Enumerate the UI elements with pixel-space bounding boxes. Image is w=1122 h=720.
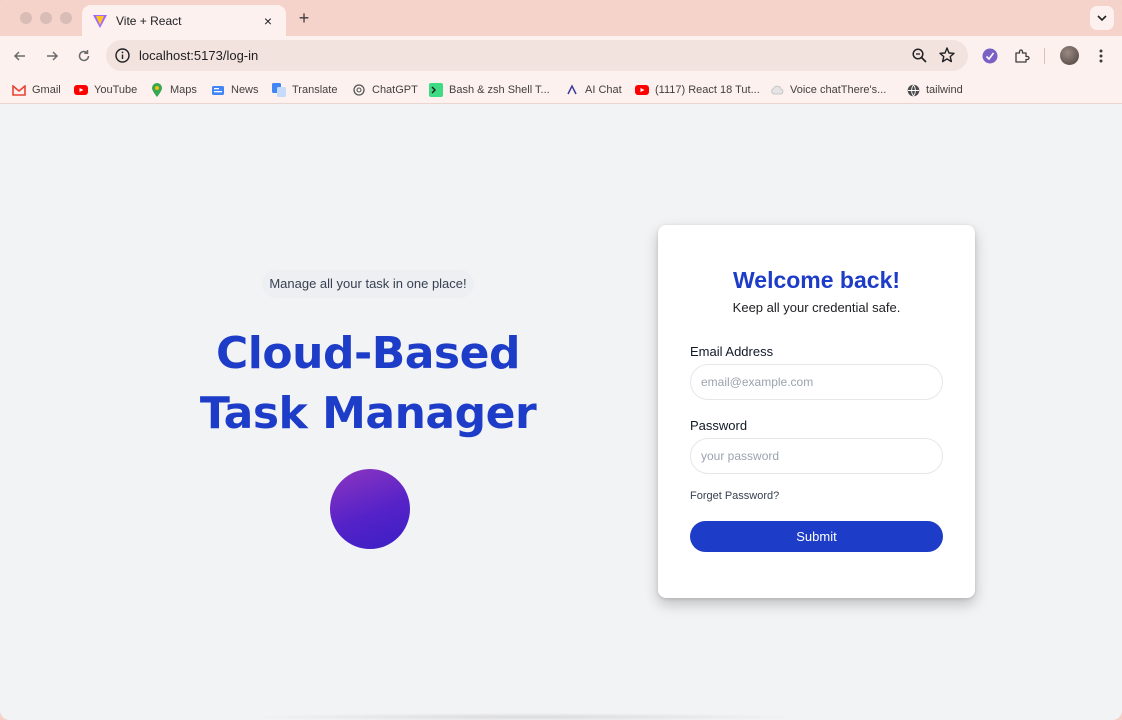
vite-icon (93, 14, 107, 28)
bookmark-gmail[interactable]: Gmail (12, 81, 61, 99)
login-title: Welcome back! (732, 267, 901, 293)
ai-chat-icon (565, 83, 579, 97)
close-window-button[interactable] (20, 12, 32, 24)
toolbar-separator (1044, 48, 1045, 64)
bookmark-ai-chat[interactable]: AI Chat (565, 81, 622, 99)
extension-shield-icon (982, 48, 998, 64)
chatgpt-icon (352, 83, 366, 97)
shell-icon (429, 83, 443, 97)
forgot-password-link[interactable]: Forget Password? (690, 490, 779, 502)
hero-title: Cloud-Based Task Manager (168, 324, 568, 444)
maximize-window-button[interactable] (60, 12, 72, 24)
chevron-down-icon (1097, 15, 1107, 22)
tab-search-button[interactable] (1090, 6, 1114, 30)
bookmark-translate[interactable]: Translate (272, 81, 337, 99)
tab-title: Vite + React (116, 13, 182, 28)
bookmark-react-tutorial[interactable]: (1117) React 18 Tut... (635, 81, 760, 99)
puzzle-icon (1015, 49, 1030, 63)
login-subtitle: Keep all your credential safe. (732, 300, 901, 315)
bookmark-star-icon[interactable] (938, 46, 956, 64)
news-icon (211, 83, 225, 97)
decorative-orb (330, 469, 410, 549)
window-controls (20, 12, 72, 24)
cloud-icon (770, 83, 784, 97)
email-label: Email Address (690, 344, 774, 359)
submit-button[interactable]: Submit (690, 521, 943, 552)
globe-icon (906, 83, 920, 97)
bookmark-news[interactable]: News (211, 81, 259, 99)
bottom-shadow (240, 713, 810, 720)
browser-toolbar: localhost:5173/log-in (0, 36, 1122, 76)
arrow-right-icon (47, 51, 59, 61)
maps-icon (150, 83, 164, 97)
bookmark-tailwind[interactable]: tailwind (906, 81, 963, 99)
zoom-icon[interactable] (911, 47, 928, 64)
reload-icon (78, 50, 90, 62)
minimize-window-button[interactable] (40, 12, 52, 24)
tab-active[interactable]: Vite + React × (82, 5, 286, 36)
youtube-icon (635, 83, 649, 97)
kebab-menu-icon (1099, 49, 1103, 63)
login-card: Welcome back! Keep all your credential s… (658, 225, 975, 598)
profile-avatar[interactable] (1060, 46, 1079, 65)
bookmarks-bar: Gmail YouTube Maps News Translate ChatGP… (0, 76, 1122, 104)
extensions-menu-button[interactable] (1012, 46, 1032, 66)
bookmark-chatgpt[interactable]: ChatGPT (352, 81, 418, 99)
youtube-icon (74, 83, 88, 97)
email-field[interactable] (690, 364, 943, 400)
bookmark-youtube[interactable]: YouTube (74, 81, 137, 99)
new-tab-button[interactable]: + (294, 8, 314, 28)
translate-icon (272, 83, 286, 97)
hero-title-line-1: Cloud-Based (216, 328, 520, 379)
tab-close-icon[interactable]: × (260, 13, 276, 29)
bookmark-voice-chat[interactable]: Voice chatThere's... (770, 81, 886, 99)
password-field[interactable] (690, 438, 943, 474)
hero-title-line-2: Task Manager (199, 388, 537, 439)
browser-menu-button[interactable] (1091, 46, 1111, 66)
back-button[interactable] (10, 46, 30, 66)
hero-tagline: Manage all your task in one place! (264, 272, 472, 296)
address-bar[interactable]: localhost:5173/log-in (106, 40, 968, 71)
tab-strip: Vite + React × + (0, 0, 1122, 36)
gmail-icon (12, 83, 26, 97)
browser-window: Vite + React × + localhost:5173/log-in G… (0, 0, 1122, 720)
site-info-icon[interactable] (114, 47, 131, 64)
extension-button[interactable] (980, 46, 1000, 66)
bookmark-shell[interactable]: Bash & zsh Shell T... (429, 81, 550, 99)
page-content: Manage all your task in one place! Cloud… (0, 105, 1122, 720)
bookmark-maps[interactable]: Maps (150, 81, 197, 99)
reload-button[interactable] (74, 46, 94, 66)
password-label: Password (690, 418, 748, 433)
forward-button[interactable] (42, 46, 62, 66)
arrow-left-icon (13, 51, 25, 61)
address-url[interactable]: localhost:5173/log-in (139, 48, 258, 63)
